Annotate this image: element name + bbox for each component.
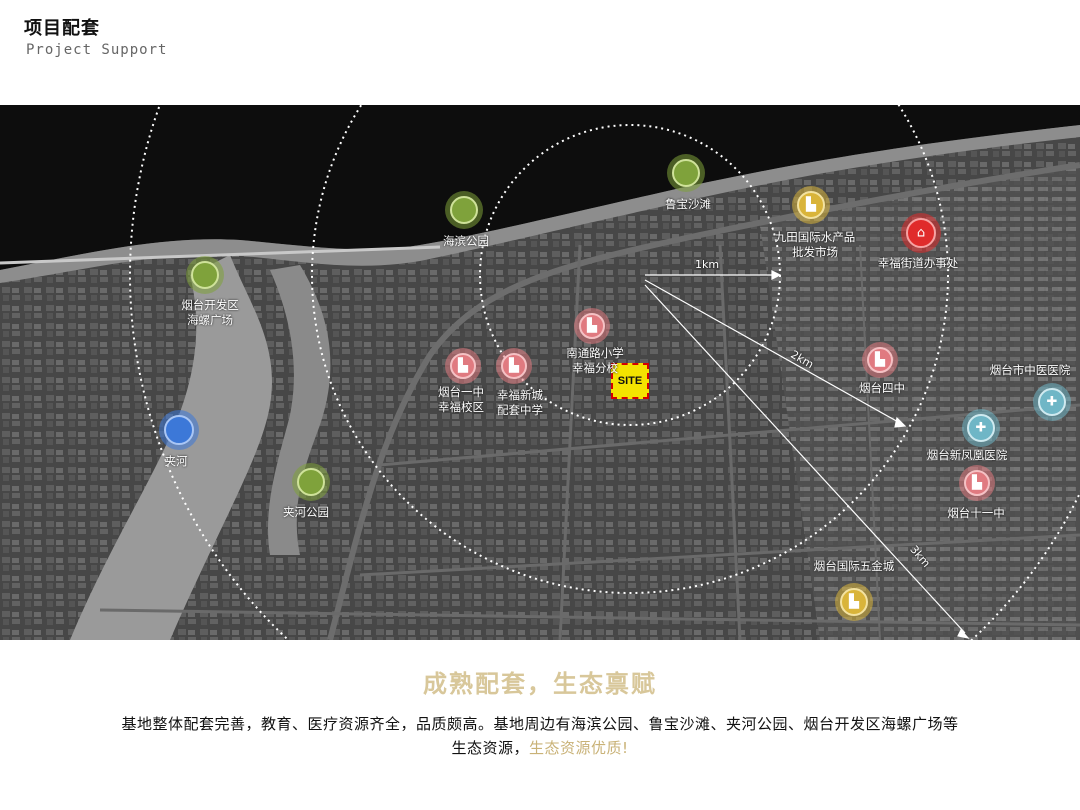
poi-label-line: 烟台一中 (438, 385, 484, 399)
school-icon: ▙ (972, 475, 982, 491)
poi-label-yantai-no1: 烟台一中 幸福校区 (438, 385, 484, 415)
slogan: 成熟配套，生态禀赋 (423, 670, 657, 698)
poi-label-xingfu-middle: 幸福新城 配套中学 (497, 388, 543, 418)
poi-label-jiutian-market: 九田国际水产品 批发市场 (775, 230, 856, 260)
distance-label-1km: 1km (695, 258, 720, 271)
page-title: 项目配套 (24, 18, 100, 39)
poi-label-line: 幸福分校 (572, 361, 618, 375)
hospital-icon: ✚ (975, 420, 987, 436)
school-icon: ▙ (875, 352, 885, 368)
poi-label-line: 海螺广场 (187, 313, 233, 327)
poi-label-lubao-beach: 鲁宝沙滩 (665, 197, 711, 211)
poi-label-line: 配套中学 (497, 403, 543, 417)
aerial-map[interactable]: SITE 1km 2km 3km 海滨公园 鲁宝沙滩 烟台开发区 海螺广场 夹河… (0, 105, 1080, 640)
poi-label-haibin-park: 海滨公园 (443, 234, 489, 248)
poi-label-yantai-no4: 烟台四中 (859, 381, 905, 395)
poi-label-nantonglu-school: 南通路小学 幸福分校 (566, 346, 624, 376)
poi-label-jiahe-park: 夹河公园 (283, 505, 329, 519)
description: 基地整体配套完善，教育、医疗资源齐全，品质颇高。基地周边有海滨公园、鲁宝沙滩、夹… (60, 712, 1020, 760)
poi-label-tcm-hospital: 烟台市中医医院 (989, 363, 1071, 377)
poi-label-yantai-no11: 烟台十一中 (947, 506, 1005, 520)
poi-label-line: 南通路小学 (566, 346, 624, 360)
description-prefix: 生态资源， (451, 739, 529, 757)
school-icon: ▙ (587, 318, 597, 334)
poi-label-xingfu-office: 幸福街道办事处 (877, 256, 959, 270)
poi-label-kaifaqu-plaza: 烟台开发区 海螺广场 (181, 298, 239, 328)
building-icon: ▙ (806, 197, 816, 213)
poi-label-line: 幸福校区 (438, 400, 484, 414)
hospital-icon: ✚ (1046, 394, 1058, 410)
building-icon: ▙ (849, 594, 859, 610)
description-highlight: 生态资源优质! (529, 739, 629, 757)
school-icon: ▙ (509, 358, 519, 374)
page-subtitle: Project Support (26, 42, 168, 58)
poi-label-line: 九田国际水产品 (774, 230, 856, 244)
government-building-icon: ⌂ (916, 225, 926, 241)
poi-label-line: 烟台开发区 (181, 298, 239, 312)
poi-label-line: 批发市场 (792, 245, 838, 259)
poi-label-wujin-city: 烟台国际五金城 (813, 559, 895, 573)
poi-label-line: 幸福新城 (497, 388, 543, 402)
school-icon: ▙ (458, 358, 468, 374)
description-line-2: 生态资源，生态资源优质! (60, 736, 1020, 760)
poi-label-xinfenghuang-hospital: 烟台新凤凰医院 (926, 448, 1008, 462)
poi-label-jiahe: 夹河 (164, 454, 188, 468)
description-line-1: 基地整体配套完善，教育、医疗资源齐全，品质颇高。基地周边有海滨公园、鲁宝沙滩、夹… (121, 715, 959, 733)
